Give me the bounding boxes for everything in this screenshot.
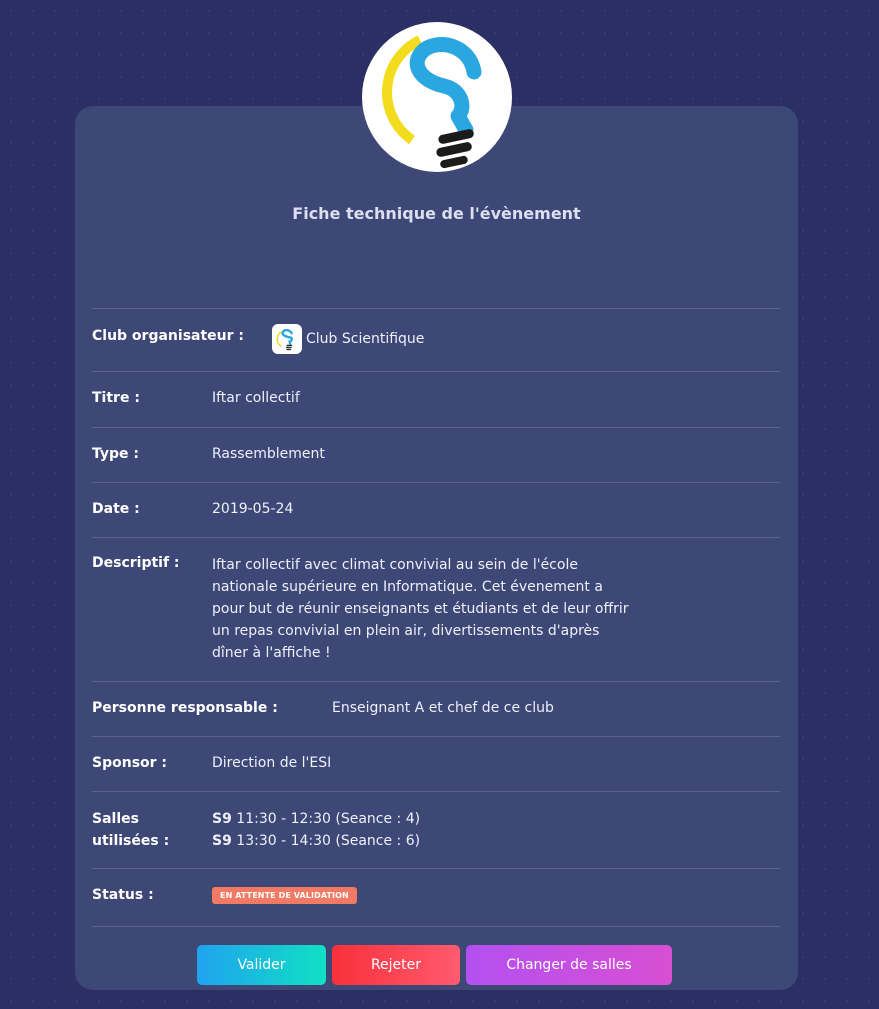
room-time: 11:30 - 12:30 (Seance : 4) (236, 811, 421, 827)
lightbulb-logo-icon (382, 35, 482, 169)
room-slot: S9 11:30 - 12:30 (Seance : 4) (212, 808, 420, 830)
rooms-label-line: utilisées : (92, 833, 170, 849)
description-label: Descriptif : (92, 555, 180, 571)
row-type: Type : Rassemblement (92, 428, 780, 482)
description-line: Iftar collectif avec climat convivial au… (212, 557, 578, 573)
rooms-list: S9 11:30 - 12:30 (Seance : 4) S9 13:30 -… (212, 808, 420, 852)
club-label: Club organisateur : (92, 328, 245, 344)
room-time: 13:30 - 14:30 (Seance : 6) (236, 833, 421, 849)
status-badge-wrap: EN ATTENTE DE VALIDATION (212, 886, 357, 904)
club-value[interactable]: Club Scientifique (272, 324, 424, 354)
row-sponsor: Sponsor : Direction de l'ESI (92, 737, 780, 791)
club-logo-icon (272, 324, 302, 354)
validate-button[interactable]: Valider (197, 945, 326, 985)
action-bar: Valider Rejeter Changer de salles (197, 945, 672, 985)
event-details: Club organisateur : Club Scientifique Ti… (92, 308, 780, 927)
club-name: Club Scientifique (306, 331, 425, 347)
title-value: Iftar collectif (212, 390, 300, 406)
status-badge: EN ATTENTE DE VALIDATION (212, 887, 357, 904)
row-date: Date : 2019-05-24 (92, 483, 780, 537)
status-label: Status : (92, 887, 154, 903)
rooms-label: Salles utilisées : (92, 808, 169, 852)
row-club: Club organisateur : Club Scientifique (92, 309, 780, 371)
responsible-value: Enseignant A et chef de ce club (332, 700, 554, 716)
row-description: Descriptif : Iftar collectif avec climat… (92, 538, 780, 681)
sponsor-value: Direction de l'ESI (212, 755, 332, 771)
sponsor-label: Sponsor : (92, 755, 168, 771)
club-logo (362, 22, 512, 172)
row-responsible: Personne responsable : Enseignant A et c… (92, 682, 780, 736)
row-status: Status : EN ATTENTE DE VALIDATION (92, 869, 780, 926)
event-card: Fiche technique de l'évènement Club orga… (75, 106, 798, 990)
description-line: nationale supérieure en Informatique. Ce… (212, 579, 603, 595)
page-title: Fiche technique de l'évènement (292, 204, 581, 223)
divider (92, 926, 780, 927)
title-label: Titre : (92, 390, 140, 406)
row-title: Titre : Iftar collectif (92, 372, 780, 427)
description-line: un repas convivial en plein air, diverti… (212, 623, 600, 639)
date-label: Date : (92, 501, 140, 517)
responsible-label: Personne responsable : (92, 700, 278, 716)
row-rooms: Salles utilisées : S9 11:30 - 12:30 (Sea… (92, 792, 780, 868)
description-value: Iftar collectif avec climat convivial au… (212, 554, 662, 664)
description-line: dîner à l'affiche ! (212, 645, 331, 661)
reject-button[interactable]: Rejeter (332, 945, 460, 985)
room-slot: S9 13:30 - 14:30 (Seance : 6) (212, 830, 420, 852)
description-line: pour but de réunir enseignants et étudia… (212, 601, 629, 617)
rooms-label-line: Salles (92, 811, 139, 827)
room-name: S9 (212, 811, 232, 827)
type-value: Rassemblement (212, 446, 325, 462)
change-rooms-button[interactable]: Changer de salles (466, 945, 672, 985)
type-label: Type : (92, 446, 140, 462)
date-value: 2019-05-24 (212, 501, 294, 517)
room-name: S9 (212, 833, 232, 849)
